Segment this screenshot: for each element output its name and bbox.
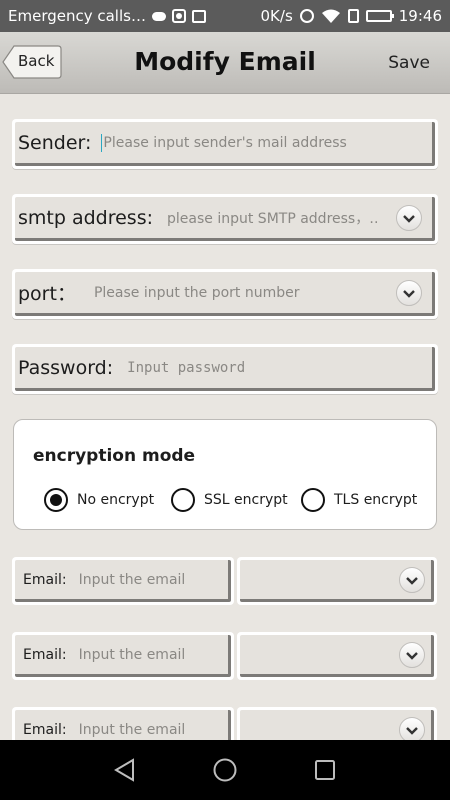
header-bar: Back Modify Email Save [0, 32, 450, 94]
camera-icon [171, 9, 186, 23]
radio-ssl-encrypt[interactable]: SSL encrypt [171, 488, 288, 512]
carrier-text: Emergency calls… [8, 7, 146, 25]
clock-text: 19:46 [398, 7, 442, 25]
email-field-1[interactable]: Email: Input the email [12, 557, 234, 605]
battery-icon [365, 10, 394, 22]
email-input[interactable]: Input the email [79, 572, 186, 588]
port-label: port： [18, 283, 76, 305]
port-dropdown-chevron-icon[interactable] [396, 280, 422, 306]
port-field[interactable]: port： Please input the port number [12, 269, 438, 319]
alarm-icon [299, 9, 314, 23]
email-domain-select-1[interactable] [237, 557, 437, 605]
recents-square-icon[interactable] [312, 757, 338, 783]
smtp-input[interactable]: please input SMTP address，… [167, 208, 379, 228]
radio-unselected-icon[interactable] [301, 488, 325, 512]
text-caret [101, 133, 103, 152]
radio-selected-icon[interactable] [44, 488, 68, 512]
password-input[interactable]: Input password [127, 360, 245, 376]
radio-label: SSL encrypt [204, 492, 288, 508]
radio-no-encrypt[interactable]: No encrypt [44, 488, 154, 512]
system-nav-bar [0, 740, 450, 800]
radio-unselected-icon[interactable] [171, 488, 195, 512]
wifi-icon [321, 9, 340, 23]
password-label: Password: [18, 356, 114, 379]
sender-field[interactable]: Sender: Please input sender's mail addre… [12, 119, 438, 169]
sender-input[interactable]: Please input sender's mail address [103, 135, 346, 151]
radio-tls-encrypt[interactable]: TLS encrypt [301, 488, 417, 512]
email-input[interactable]: Input the email [79, 647, 186, 663]
email-input[interactable]: Input the email [79, 722, 186, 738]
cloud-icon [151, 11, 166, 21]
encryption-mode-card: encryption mode No encrypt SSL encrypt T… [13, 419, 437, 530]
chevron-down-icon[interactable] [399, 642, 425, 668]
page-title: Modify Email [134, 47, 316, 76]
chevron-down-icon[interactable] [399, 567, 425, 593]
save-button[interactable]: Save [388, 53, 430, 73]
network-speed: 0K/s [260, 7, 293, 25]
radio-label: TLS encrypt [334, 492, 418, 508]
password-field[interactable]: Password: Input password [12, 344, 438, 394]
email-label: Email: [23, 721, 67, 738]
radio-label: No encrypt [77, 492, 155, 508]
smtp-label: smtp address: [18, 206, 154, 229]
smtp-field[interactable]: smtp address: please input SMTP address，… [12, 194, 438, 244]
sim-icon [347, 9, 359, 23]
port-input[interactable]: Please input the port number [94, 285, 300, 301]
email-domain-select-2[interactable] [237, 632, 437, 680]
image-icon [191, 9, 206, 23]
email-label: Email: [23, 646, 67, 663]
sender-label: Sender: [18, 131, 92, 154]
email-field-2[interactable]: Email: Input the email [12, 632, 234, 680]
email-label: Email: [23, 571, 67, 588]
home-circle-icon[interactable] [212, 757, 238, 783]
back-triangle-icon[interactable] [112, 757, 138, 783]
encryption-title: encryption mode [33, 446, 196, 466]
status-bar: Emergency calls… 0K/s 19:46 [0, 0, 450, 32]
smtp-dropdown-chevron-icon[interactable] [396, 205, 422, 231]
